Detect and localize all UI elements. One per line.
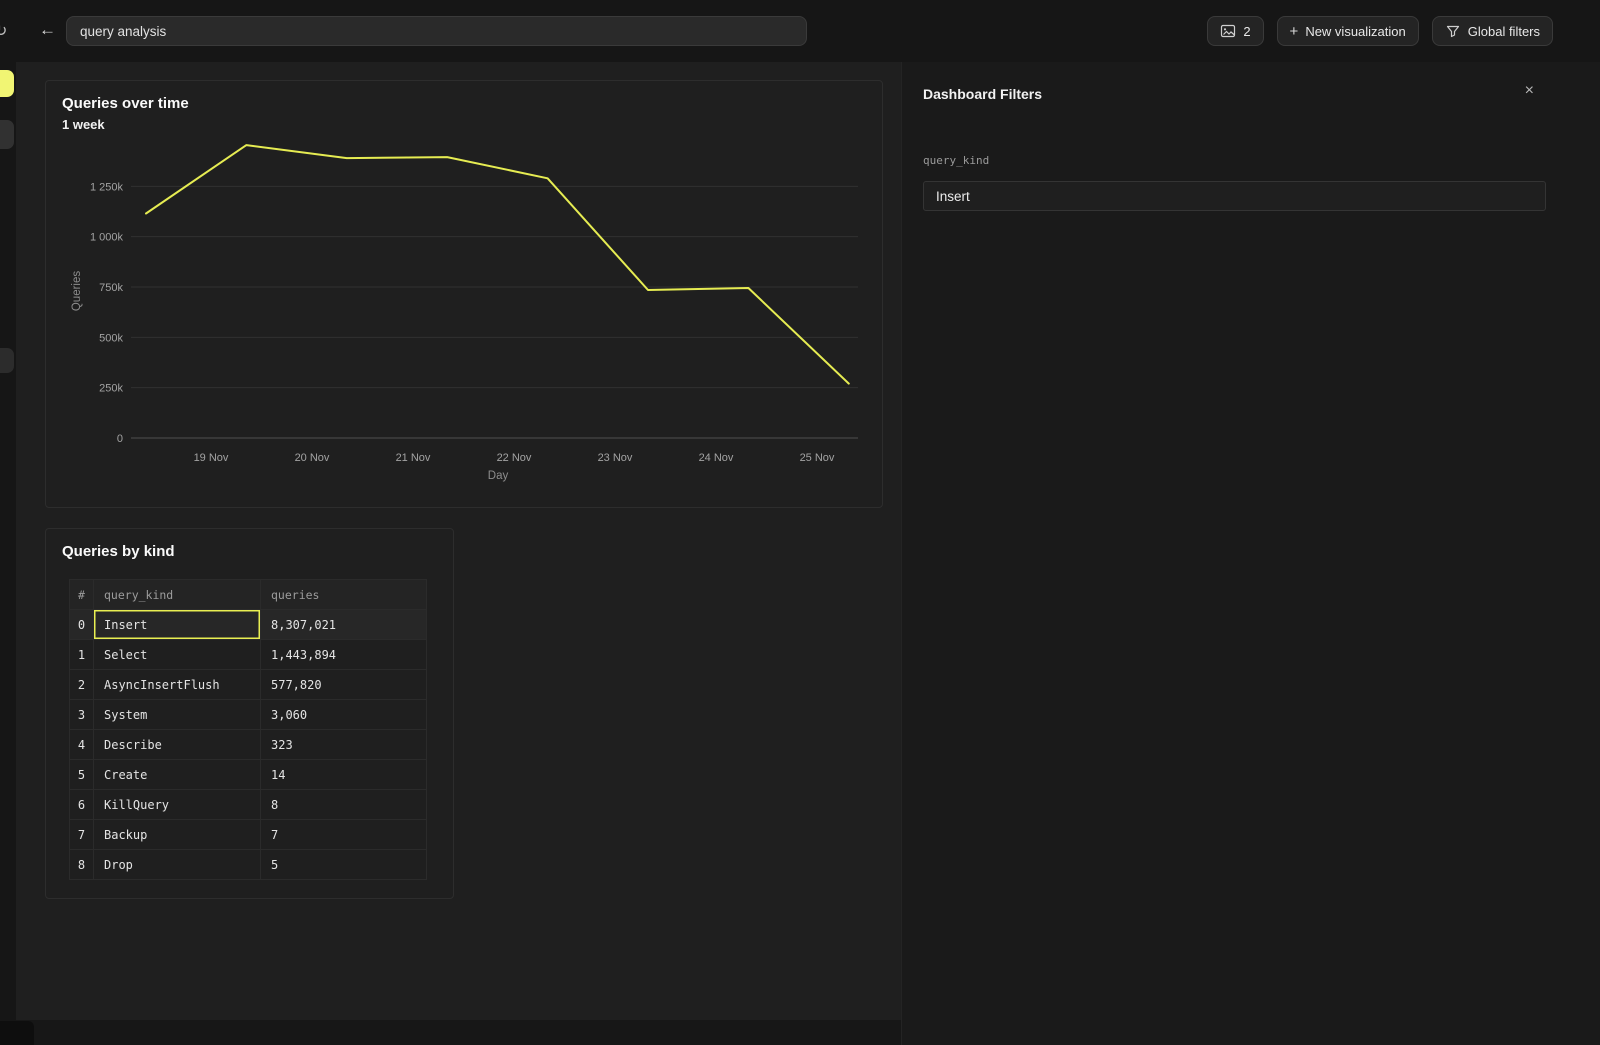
- table-row: 5Create14: [70, 760, 427, 790]
- table-card: Queries by kind # query_kind queries 0In…: [45, 528, 454, 899]
- table-row: 3System3,060: [70, 700, 427, 730]
- query-kind-cell[interactable]: AsyncInsertFlush: [94, 670, 261, 700]
- x-tick-label: 23 Nov: [598, 452, 633, 464]
- row-index: 8: [70, 850, 94, 880]
- x-tick-label: 20 Nov: [295, 452, 330, 464]
- dashboard-title-input[interactable]: [66, 16, 807, 46]
- queries-cell[interactable]: 14: [261, 760, 427, 790]
- row-index: 5: [70, 760, 94, 790]
- queries-cell[interactable]: 3,060: [261, 700, 427, 730]
- query-kind-cell[interactable]: Describe: [94, 730, 261, 760]
- table-header: # query_kind queries: [70, 580, 427, 610]
- queries-table-body: 0Insert8,307,0211Select1,443,8942AsyncIn…: [70, 610, 427, 880]
- x-tick-label: 24 Nov: [699, 452, 734, 464]
- chart-line: [146, 145, 849, 384]
- funnel-icon: [1445, 23, 1461, 39]
- y-tick-label: 1 250k: [90, 181, 124, 193]
- y-tick-label: 1 000k: [90, 232, 124, 244]
- query-kind-filter-input[interactable]: [923, 181, 1546, 211]
- query-kind-cell[interactable]: Create: [94, 760, 261, 790]
- x-tick-label: 21 Nov: [396, 452, 431, 464]
- sidebar-item[interactable]: [0, 348, 14, 373]
- y-tick-label: 500k: [99, 332, 123, 344]
- table-row: 2AsyncInsertFlush577,820: [70, 670, 427, 700]
- dashboard-filters-panel: Dashboard Filters × query_kind: [901, 62, 1600, 1045]
- row-index: 7: [70, 820, 94, 850]
- queries-cell[interactable]: 5: [261, 850, 427, 880]
- close-icon[interactable]: ×: [1525, 83, 1534, 99]
- query-kind-filter-label: query_kind: [923, 154, 989, 167]
- row-index: 2: [70, 670, 94, 700]
- column-header-queries[interactable]: queries: [261, 580, 427, 610]
- refresh-icon[interactable]: ↻: [0, 21, 7, 41]
- queries-cell[interactable]: 8: [261, 790, 427, 820]
- queries-cell[interactable]: 577,820: [261, 670, 427, 700]
- visualization-count-button[interactable]: 2: [1207, 16, 1263, 46]
- query-kind-cell[interactable]: Select: [94, 640, 261, 670]
- queries-cell[interactable]: 323: [261, 730, 427, 760]
- bottom-left-corner: [0, 1021, 34, 1045]
- left-sidebar: [0, 62, 16, 1045]
- dashboard-canvas: Queries over time 1 week 0 250k 500k 750k 1 …: [16, 62, 901, 1020]
- global-filters-button[interactable]: Global filters: [1432, 16, 1553, 46]
- chart-title: Queries over time: [62, 95, 882, 112]
- query-kind-cell[interactable]: System: [94, 700, 261, 730]
- new-visualization-button[interactable]: + New visualization: [1277, 16, 1419, 46]
- x-tick-label: 25 Nov: [800, 452, 835, 464]
- filters-panel-title: Dashboard Filters: [923, 86, 1042, 102]
- y-tick-label: 0: [117, 433, 123, 445]
- y-axis-label: Queries: [71, 271, 83, 312]
- table-row: 8Drop5: [70, 850, 427, 880]
- column-header-index[interactable]: #: [70, 580, 94, 610]
- queries-table: # query_kind queries 0Insert8,307,0211Se…: [69, 579, 427, 880]
- row-index: 0: [70, 610, 94, 640]
- row-index: 6: [70, 790, 94, 820]
- y-tick-label: 250k: [99, 383, 123, 395]
- x-tick-label: 19 Nov: [194, 452, 229, 464]
- topbar: ↻ ← 2 + New visualization Global filters: [0, 0, 1600, 62]
- topbar-actions: 2 + New visualization Global filters: [1207, 16, 1553, 46]
- queries-line-chart: 0 250k 500k 750k 1 000k 1 250k 19 Nov 20 Nov 21 …: [46, 136, 882, 488]
- table-row: 1Select1,443,894: [70, 640, 427, 670]
- query-kind-cell[interactable]: KillQuery: [94, 790, 261, 820]
- x-axis-label: Day: [488, 470, 509, 482]
- row-index: 1: [70, 640, 94, 670]
- image-icon: [1220, 23, 1236, 39]
- query-kind-cell[interactable]: Drop: [94, 850, 261, 880]
- chart-subtitle: 1 week: [62, 117, 882, 132]
- row-index: 3: [70, 700, 94, 730]
- sidebar-item[interactable]: [0, 120, 14, 149]
- table-row: 0Insert8,307,021: [70, 610, 427, 640]
- queries-cell[interactable]: 7: [261, 820, 427, 850]
- global-filters-label: Global filters: [1468, 24, 1540, 39]
- new-visualization-label: New visualization: [1305, 24, 1405, 39]
- query-kind-cell[interactable]: Insert: [94, 610, 261, 640]
- table-row: 4Describe323: [70, 730, 427, 760]
- query-kind-cell[interactable]: Backup: [94, 820, 261, 850]
- back-button[interactable]: ←: [39, 20, 56, 40]
- table-row: 7Backup7: [70, 820, 427, 850]
- plus-icon: +: [1290, 24, 1299, 39]
- sidebar-item-active[interactable]: [0, 70, 14, 97]
- table-title: Queries by kind: [62, 543, 453, 560]
- count-label: 2: [1243, 24, 1250, 39]
- row-index: 4: [70, 730, 94, 760]
- column-header-query-kind[interactable]: query_kind: [94, 580, 261, 610]
- table-row: 6KillQuery8: [70, 790, 427, 820]
- chart-card: Queries over time 1 week 0 250k 500k 750k 1 …: [45, 80, 883, 508]
- x-tick-label: 22 Nov: [497, 452, 532, 464]
- y-tick-label: 750k: [99, 282, 123, 294]
- queries-cell[interactable]: 1,443,894: [261, 640, 427, 670]
- table-header-row: # query_kind queries: [70, 580, 427, 610]
- queries-cell[interactable]: 8,307,021: [261, 610, 427, 640]
